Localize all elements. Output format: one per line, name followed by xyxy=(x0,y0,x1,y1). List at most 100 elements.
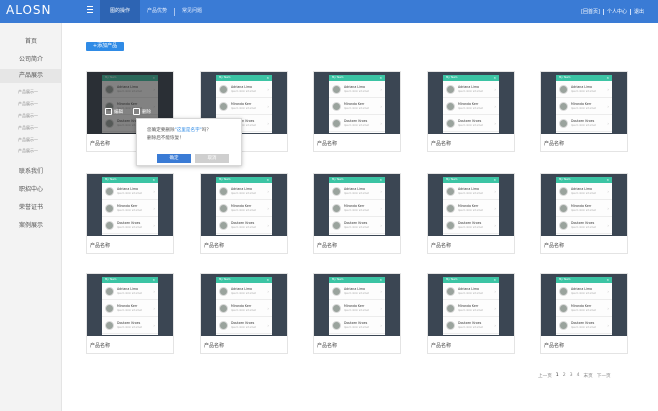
product-thumbnail[interactable]: My Team✕Adriana LimaIpsum dolor sit amet… xyxy=(87,274,173,336)
edit-icon xyxy=(105,108,112,115)
contact-row: Doutzen KroesIpsum dolor sit amet › xyxy=(329,219,385,234)
last-page-link[interactable]: 末页 xyxy=(584,373,593,379)
menu-icon[interactable] xyxy=(87,6,93,13)
nav-item-faq[interactable]: 常见问题 xyxy=(175,0,209,23)
profile-link[interactable]: 个人中心 xyxy=(604,8,630,15)
avatar xyxy=(559,304,568,313)
product-name: 产品名称 xyxy=(90,243,111,249)
product-thumbnail[interactable]: My Team✕Adriana LimaIpsum dolor sit amet… xyxy=(428,174,514,236)
nav-item-operation[interactable]: 图的操作 xyxy=(100,0,140,23)
product-card[interactable]: My Team✕Adriana LimaIpsum dolor sit amet… xyxy=(427,71,515,152)
sidebar-subitem[interactable]: 产品展示一 xyxy=(18,89,38,95)
dialog-cancel-button[interactable]: 取消 xyxy=(195,154,229,163)
avatar xyxy=(105,287,114,296)
product-thumbnail[interactable]: My Team✕Adriana LimaIpsum dolor sit amet… xyxy=(428,274,514,336)
sidebar-item-cases[interactable]: 案例展示 xyxy=(0,220,62,229)
contact-name: Doutzen Kroes xyxy=(571,119,595,123)
contact-subtitle: Ipsum dolor sit amet xyxy=(571,326,596,329)
logout-link[interactable]: 退出 xyxy=(631,8,647,15)
product-card[interactable]: My Team✕Adriana LimaIpsum dolor sit amet… xyxy=(200,173,288,254)
product-card[interactable]: My Team✕Adriana LimaIpsum dolor sit amet… xyxy=(86,273,174,354)
page-link[interactable]: 3 xyxy=(570,373,573,379)
contact-name: Doutzen Kroes xyxy=(117,321,141,325)
sidebar-subitem[interactable]: 产品展示一 xyxy=(18,137,38,143)
product-card[interactable]: My Team✕Adriana LimaIpsum dolor sit amet… xyxy=(540,71,628,152)
contact-row: Miranda KerrIpsum dolor sit amet › xyxy=(556,100,612,115)
sidebar-item-honors[interactable]: 荣誉证书 xyxy=(0,202,62,211)
prev-page-link[interactable]: 上一页 xyxy=(538,373,552,379)
product-thumbnail[interactable]: My Team✕Adriana LimaIpsum dolor sit amet… xyxy=(541,174,627,236)
sidebar-item-products[interactable]: 产品展示 xyxy=(0,69,62,83)
contact-subtitle: Ipsum dolor sit amet xyxy=(571,90,596,93)
page-link[interactable]: 1 xyxy=(556,373,559,379)
contact-row: Doutzen KroesIpsum dolor sit amet › xyxy=(443,219,499,234)
phone-header: My Team ✕ xyxy=(443,75,499,81)
product-thumbnail[interactable]: My Team✕Adriana LimaIpsum dolor sit amet… xyxy=(428,72,514,134)
product-card[interactable]: My Team✕Adriana LimaIpsum dolor sit amet… xyxy=(200,273,288,354)
product-name: 产品名称 xyxy=(431,141,452,147)
sidebar-subitem[interactable]: 产品展示一 xyxy=(18,113,38,119)
phone-mockup: My Team✕Adriana LimaIpsum dolor sit amet… xyxy=(556,75,612,133)
product-thumbnail[interactable]: My Team✕Adriana LimaIpsum dolor sit amet… xyxy=(201,274,287,336)
contact-row: Miranda KerrIpsum dolor sit amet › xyxy=(556,302,612,317)
chevron-right-icon: › xyxy=(380,223,382,228)
contact-subtitle: Ipsum dolor sit amet xyxy=(344,107,369,110)
chevron-right-icon: › xyxy=(607,206,609,211)
chevron-right-icon: › xyxy=(380,323,382,328)
sidebar-item-home[interactable]: 首页 xyxy=(0,36,62,45)
close-icon: ✕ xyxy=(606,178,609,182)
phone-title: My Team xyxy=(446,76,458,79)
chevron-right-icon: › xyxy=(153,306,155,311)
chevron-right-icon: › xyxy=(380,121,382,126)
sidebar-subitem[interactable]: 产品展示一 xyxy=(18,101,38,107)
contact-name: Adriana Lima xyxy=(117,287,139,291)
page-link[interactable]: 4 xyxy=(577,373,580,379)
product-thumbnail[interactable]: My Team✕Adriana LimaIpsum dolor sit amet… xyxy=(541,274,627,336)
product-card[interactable]: My Team✕Adriana LimaIpsum dolor sit amet… xyxy=(427,273,515,354)
delete-button[interactable]: 删除 xyxy=(133,108,151,115)
product-thumbnail[interactable]: My Team✕Adriana LimaIpsum dolor sit amet… xyxy=(201,174,287,236)
avatar xyxy=(332,85,341,94)
phone-mockup: My Team✕Adriana LimaIpsum dolor sit amet… xyxy=(216,177,272,235)
chevron-right-icon: › xyxy=(267,121,269,126)
product-card[interactable]: My Team✕Adriana LimaIpsum dolor sit amet… xyxy=(540,273,628,354)
product-card[interactable]: My Team✕Adriana LimaIpsum dolor sit amet… xyxy=(313,273,401,354)
edit-button[interactable]: 编辑 xyxy=(105,108,123,115)
contact-name: Miranda Kerr xyxy=(231,204,252,208)
chevron-right-icon: › xyxy=(153,289,155,294)
product-thumbnail[interactable]: My Team✕Adriana LimaIpsum dolor sit amet… xyxy=(541,72,627,134)
product-card[interactable]: My Team✕Adriana LimaIpsum dolor sit amet… xyxy=(540,173,628,254)
dialog-ok-button[interactable]: 确定 xyxy=(157,154,191,163)
sidebar-item-contact[interactable]: 联系我们 xyxy=(0,166,62,175)
product-thumbnail[interactable]: My Team✕Adriana LimaIpsum dolor sit amet… xyxy=(314,274,400,336)
contact-subtitle: Ipsum dolor sit amet xyxy=(231,107,256,110)
product-thumbnail[interactable]: My Team✕Adriana LimaIpsum dolor sit amet… xyxy=(314,72,400,134)
chevron-right-icon: › xyxy=(380,206,382,211)
close-icon: ✕ xyxy=(266,178,269,182)
product-thumbnail[interactable]: My Team✕Adriana LimaIpsum dolor sit amet… xyxy=(314,174,400,236)
nav-item-advantages[interactable]: 产品优势 xyxy=(140,0,174,23)
product-thumbnail[interactable]: My Team✕Adriana LimaIpsum dolor sit amet… xyxy=(87,174,173,236)
add-product-button[interactable]: +添加产品 xyxy=(86,42,124,51)
next-page-link[interactable]: 下一页 xyxy=(597,373,611,379)
contact-name: Miranda Kerr xyxy=(571,304,592,308)
page-link[interactable]: 2 xyxy=(563,373,566,379)
chevron-right-icon: › xyxy=(153,323,155,328)
product-card[interactable]: My Team✕Adriana LimaIpsum dolor sit amet… xyxy=(313,71,401,152)
avatar xyxy=(105,304,114,313)
chevron-right-icon: › xyxy=(494,189,496,194)
sidebar-subitem[interactable]: 产品展示一 xyxy=(18,148,38,154)
sidebar-item-about[interactable]: 公司简介 xyxy=(0,54,62,63)
product-card[interactable]: My Team✕Adriana LimaIpsum dolor sit amet… xyxy=(427,173,515,254)
contact-subtitle: Ipsum dolor sit amet xyxy=(458,124,483,127)
phone-title: My Team xyxy=(332,278,344,281)
chevron-right-icon: › xyxy=(494,323,496,328)
sidebar-subitem[interactable]: 产品展示一 xyxy=(18,125,38,131)
sidebar-item-jobs[interactable]: 职招中心 xyxy=(0,184,62,193)
product-card[interactable]: My Team✕Adriana LimaIpsum dolor sit amet… xyxy=(86,173,174,254)
dialog-item-name: "这里是名字" xyxy=(174,128,202,133)
contact-subtitle: Ipsum dolor sit amet xyxy=(117,226,142,229)
chevron-right-icon: › xyxy=(607,87,609,92)
product-card[interactable]: My Team✕Adriana LimaIpsum dolor sit amet… xyxy=(313,173,401,254)
home-link[interactable]: [回首页] xyxy=(578,8,603,15)
